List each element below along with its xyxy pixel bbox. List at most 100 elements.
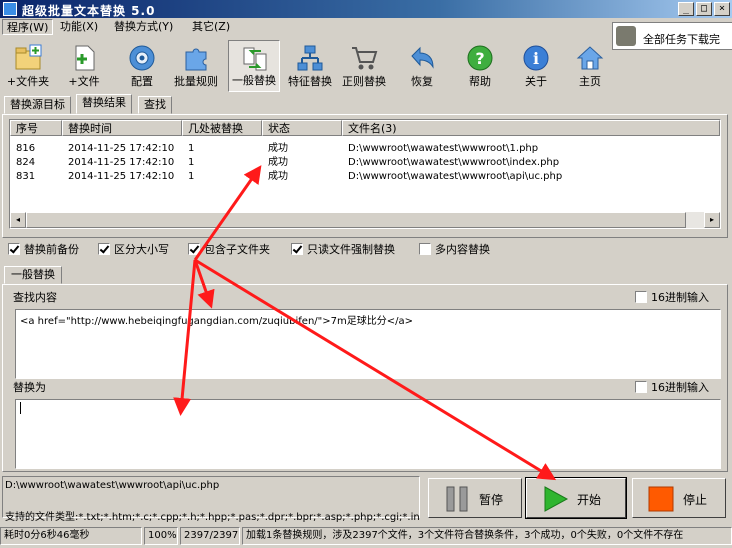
batch-rules-button[interactable]: 批量规则 <box>170 40 222 92</box>
scroll-right-arrow-icon[interactable]: ▸ <box>704 212 720 228</box>
find-hex-label: 16进制输入 <box>651 291 709 304</box>
table-row[interactable]: 824 2014-11-25 17:42:10 1 成功 D:\wwwroot\… <box>10 156 710 170</box>
feature-replace-button[interactable]: 特征替换 <box>284 40 336 92</box>
add-file-label: +文件 <box>68 75 100 88</box>
row-time: 2014-11-25 17:42:10 <box>68 143 175 154</box>
about-button[interactable]: i 关于 <box>510 40 562 92</box>
settings-button[interactable]: 配置 <box>116 40 168 92</box>
title-bar: 超级批量文本替换 5.0 _ □ × <box>0 0 732 18</box>
start-button[interactable]: 开始 <box>525 477 627 519</box>
scroll-thumb[interactable] <box>26 212 686 228</box>
case-sensitive-checkbox[interactable] <box>98 243 110 255</box>
tab-general-replace[interactable]: 一般替换 <box>4 266 62 284</box>
minimize-button[interactable]: _ <box>678 2 694 16</box>
col-status[interactable]: 状态 <box>262 120 342 136</box>
row-time: 2014-11-25 17:42:10 <box>68 157 175 168</box>
results-list[interactable]: 序号 替换时间 几处被替换 状态 文件名(3) 816 2014-11-25 1… <box>9 119 721 229</box>
option-readonly-force[interactable]: 只读文件强制替换 <box>291 242 395 258</box>
add-folder-icon <box>15 44 42 70</box>
row-time: 2014-11-25 17:42:10 <box>68 171 175 182</box>
find-hex-option[interactable]: 16进制输入 <box>635 291 709 305</box>
row-status: 成功 <box>268 171 288 182</box>
row-count: 1 <box>188 171 195 182</box>
row-count: 1 <box>188 157 195 168</box>
row-filename: D:\wwwroot\wawatest\wwwroot\index.php <box>348 157 560 168</box>
add-folder-label: +文件夹 <box>6 75 50 88</box>
pause-button[interactable]: 暂停 <box>428 478 522 518</box>
menu-replace-mode[interactable]: 替换方式(Y) <box>110 19 177 35</box>
general-replace-label: 一般替换 <box>232 74 276 87</box>
svg-text:i: i <box>533 49 539 68</box>
find-textarea[interactable]: <a href="http://www.hebeiqingfugangdian.… <box>15 309 721 379</box>
help-button[interactable]: ? 帮助 <box>454 40 506 92</box>
menu-other[interactable]: 其它(Z) <box>188 19 234 35</box>
restore-label: 恢复 <box>411 75 433 88</box>
menu-program[interactable]: 程序(W) <box>2 19 54 35</box>
row-filename: D:\wwwroot\wawatest\wwwroot\1.php <box>348 143 539 154</box>
replace-textarea[interactable] <box>15 399 721 469</box>
status-count: 2397/2397 <box>180 527 240 545</box>
puzzle-icon <box>185 48 207 71</box>
col-filename[interactable]: 文件名(3) <box>342 120 720 136</box>
col-count[interactable]: 几处被替换 <box>182 120 262 136</box>
text-caret <box>20 402 21 414</box>
stop-icon <box>648 486 674 512</box>
stop-button[interactable]: 停止 <box>632 478 726 518</box>
results-hscrollbar[interactable]: ◂ ▸ <box>10 212 720 228</box>
row-index: 831 <box>16 171 36 182</box>
tab-source-target[interactable]: 替换源目标 <box>4 96 71 114</box>
col-time[interactable]: 替换时间 <box>62 120 182 136</box>
replace-panel: 查找内容 16进制输入 <a href="http://www.hebeiqin… <box>2 284 728 472</box>
help-label: 帮助 <box>469 75 491 88</box>
regex-replace-button[interactable]: 正则替换 <box>338 40 390 92</box>
option-case-sensitive[interactable]: 区分大小写 <box>98 242 169 258</box>
menu-function[interactable]: 功能(X) <box>56 19 102 35</box>
subfolders-checkbox[interactable] <box>188 243 200 255</box>
status-bar: 耗时0分6秒46毫秒 100% 2397/2397 加载1条替换规则，涉及239… <box>0 526 732 546</box>
row-index: 816 <box>16 143 36 154</box>
option-multi-label: 多内容替换 <box>435 243 490 256</box>
download-notification[interactable]: 全部任务下载完 <box>612 22 732 50</box>
replace-label: 替换为 <box>13 381 46 394</box>
undo-arrow-icon <box>411 46 434 69</box>
scroll-left-arrow-icon[interactable]: ◂ <box>10 212 26 228</box>
general-replace-button[interactable]: 一般替换 <box>228 40 280 92</box>
col-index[interactable]: 序号 <box>10 120 62 136</box>
add-file-button[interactable]: +文件 <box>58 40 110 92</box>
cart-icon <box>352 47 378 70</box>
results-panel: 序号 替换时间 几处被替换 状态 文件名(3) 816 2014-11-25 1… <box>2 114 728 238</box>
option-subfolders[interactable]: 包含子文件夹 <box>188 242 270 258</box>
tab-search[interactable]: 查找 <box>138 96 172 114</box>
add-file-icon <box>75 45 95 71</box>
help-icon: ? <box>467 45 493 71</box>
backup-checkbox[interactable] <box>8 243 20 255</box>
path-info-box: D:\wwwroot\wawatest\wwwroot\api\uc.php 支… <box>2 476 420 523</box>
start-label: 开始 <box>577 493 602 507</box>
window-title: 超级批量文本替换 5.0 <box>22 4 156 18</box>
table-row[interactable]: 831 2014-11-25 17:42:10 1 成功 D:\wwwroot\… <box>10 170 710 184</box>
option-backup[interactable]: 替换前备份 <box>8 242 79 258</box>
pause-label: 暂停 <box>479 493 504 507</box>
info-icon: i <box>523 45 549 71</box>
tab-replace-results[interactable]: 替换结果 <box>76 94 132 114</box>
restore-button[interactable]: 恢复 <box>396 40 448 92</box>
replace-hex-checkbox[interactable] <box>635 381 647 393</box>
option-multi-content[interactable]: 多内容替换 <box>419 242 490 258</box>
regex-replace-label: 正则替换 <box>342 75 386 88</box>
find-hex-checkbox[interactable] <box>635 291 647 303</box>
status-message: 加载1条替换规则，涉及2397个文件，3个文件符合替换条件，3个成功，0个失败，… <box>242 527 732 545</box>
row-count: 1 <box>188 143 195 154</box>
readonly-checkbox[interactable] <box>291 243 303 255</box>
maximize-button[interactable]: □ <box>696 2 712 16</box>
close-button[interactable]: × <box>714 2 730 16</box>
add-folder-button[interactable]: +文件夹 <box>2 40 54 92</box>
home-button[interactable]: 主页 <box>564 40 616 92</box>
option-case-label: 区分大小写 <box>114 243 169 256</box>
multi-content-checkbox[interactable] <box>419 243 431 255</box>
replace-hex-option[interactable]: 16进制输入 <box>635 381 709 395</box>
app-icon <box>3 2 17 16</box>
table-row[interactable]: 816 2014-11-25 17:42:10 1 成功 D:\wwwroot\… <box>10 142 710 156</box>
row-status: 成功 <box>268 143 288 154</box>
feature-replace-label: 特征替换 <box>288 75 332 88</box>
settings-label: 配置 <box>131 75 153 88</box>
